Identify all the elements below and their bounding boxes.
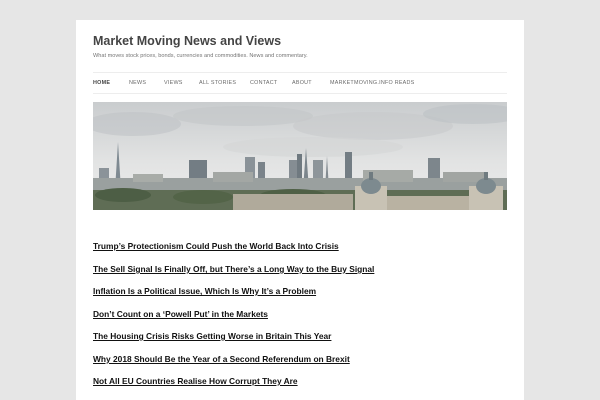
nav-item-views[interactable]: VIEWS xyxy=(164,73,183,93)
post-link[interactable]: Not All EU Countries Realise How Corrupt… xyxy=(93,376,298,386)
nav-item-home[interactable]: HOME xyxy=(93,73,110,93)
post-link[interactable]: Inflation Is a Political Issue, Which Is… xyxy=(93,286,316,296)
post-link[interactable]: Why 2018 Should Be the Year of a Second … xyxy=(93,354,350,364)
post-link[interactable]: The Sell Signal Is Finally Off, but Ther… xyxy=(93,264,374,274)
post-link[interactable]: The Housing Crisis Risks Getting Worse i… xyxy=(93,331,331,341)
header-image xyxy=(93,102,507,210)
main-navigation: HOME NEWS VIEWS ALL STORIES CONTACT ABOU… xyxy=(93,72,507,94)
nav-item-marketmoving-reads[interactable]: MARKETMOVING.INFO READS xyxy=(330,73,415,93)
site-title[interactable]: Market Moving News and Views xyxy=(93,34,281,48)
nav-item-all-stories[interactable]: ALL STORIES xyxy=(199,73,236,93)
post-link[interactable]: Trump’s Protectionism Could Push the Wor… xyxy=(93,241,339,251)
page-container: Market Moving News and Views What moves … xyxy=(76,20,524,400)
site-description: What moves stock prices, bonds, currenci… xyxy=(93,53,308,59)
nav-item-news[interactable]: NEWS xyxy=(129,73,146,93)
london-skyline-image xyxy=(93,102,507,210)
post-link[interactable]: Don’t Count on a ‘Powell Put’ in the Mar… xyxy=(93,309,268,319)
nav-item-about[interactable]: ABOUT xyxy=(292,73,312,93)
nav-item-contact[interactable]: CONTACT xyxy=(250,73,277,93)
